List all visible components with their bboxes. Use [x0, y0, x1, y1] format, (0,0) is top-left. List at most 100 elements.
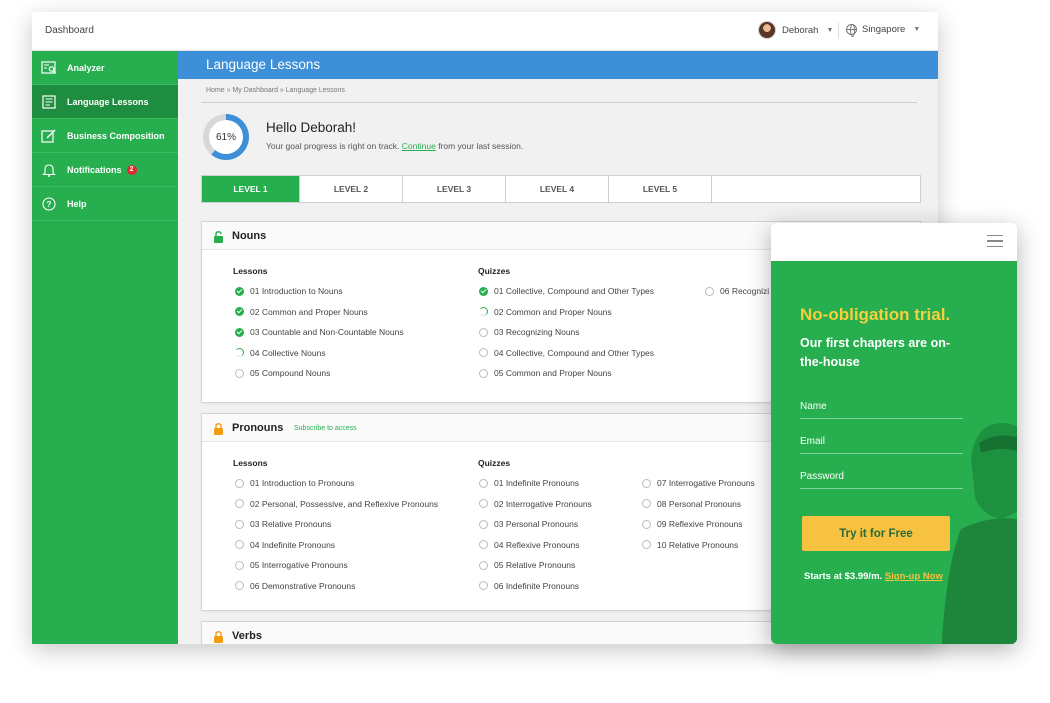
pricing-text: Starts at $3.99/m. Sign-up Now [804, 571, 943, 582]
item-label: 05 Interrogative Pronouns [250, 560, 348, 570]
item-label: 03 Relative Pronouns [250, 519, 332, 529]
sidebar-item-analyzer[interactable]: Analyzer [32, 51, 178, 85]
divider [201, 102, 917, 103]
quiz-item[interactable]: 06 Indefinite Pronouns [479, 581, 579, 591]
sidebar-item-label: Help [67, 198, 87, 209]
quiz-item[interactable]: 07 Interrogative Pronouns [642, 478, 755, 488]
quiz-item[interactable]: 05 Common and Proper Nouns [479, 368, 612, 378]
quizzes-header: Quizzes [478, 458, 511, 468]
goal-suffix: from your last session. [438, 141, 524, 151]
tab-level-1[interactable]: LEVEL 1 [202, 176, 300, 202]
quiz-item[interactable]: 03 Recognizing Nouns [479, 327, 580, 337]
subscribe-link[interactable]: Subscribe to access [294, 425, 357, 432]
circle-icon [705, 286, 714, 296]
item-label: 04 Reflexive Pronouns [494, 539, 580, 550]
email-field[interactable]: Email [800, 432, 963, 454]
breadcrumb[interactable]: Home » My Dashboard » Language Lessons [206, 87, 345, 94]
password-field[interactable]: Password [800, 467, 963, 489]
tab-level-4[interactable]: LEVEL 4 [506, 176, 609, 202]
page-title: Language Lessons [206, 57, 321, 72]
item-label: 05 Relative Pronouns [494, 560, 576, 570]
sign-up-link[interactable]: Sign-up Now [885, 571, 943, 582]
lesson-item[interactable]: 06 Demonstrative Pronouns [235, 581, 355, 591]
help-icon: ? [41, 196, 57, 211]
region-selector[interactable]: Singapore ▼ [846, 24, 920, 37]
quiz-item[interactable]: 01 Collective, Compound and Other Types [479, 286, 654, 296]
avatar[interactable] [758, 21, 776, 39]
circle-icon [642, 478, 651, 488]
circle-icon [235, 560, 244, 570]
item-label: 08 Personal Pronouns [657, 498, 742, 509]
level-tabs: LEVEL 1 LEVEL 2 LEVEL 3 LEVEL 4 LEVEL 5 [201, 175, 921, 203]
divider [838, 23, 839, 39]
quiz-item[interactable]: 08 Personal Pronouns [642, 499, 741, 509]
circle-icon [235, 581, 244, 590]
item-label: 02 Personal, Possessive, and Reflexive P… [250, 498, 439, 509]
progress-icon [235, 348, 244, 357]
book-icon [41, 94, 57, 109]
quizzes-header: Quizzes [478, 266, 511, 276]
quiz-item[interactable]: 04 Reflexive Pronouns [479, 540, 580, 550]
item-label: 09 Reflexive Pronouns [657, 519, 743, 529]
sidebar-item-language-lessons[interactable]: Language Lessons [32, 85, 178, 119]
quiz-item[interactable]: 10 Relative Pronouns [642, 540, 738, 550]
sidebar-item-label: Analyzer [67, 62, 105, 73]
tab-spacer [712, 176, 920, 202]
tab-level-2[interactable]: LEVEL 2 [300, 176, 403, 202]
quiz-item[interactable]: 03 Personal Pronouns [479, 519, 578, 529]
circle-icon [479, 560, 488, 570]
trial-signup: No-obligation trial. Our first chapters … [771, 261, 1017, 644]
progress-label: 61% [209, 120, 243, 154]
lesson-item[interactable]: 01 Introduction to Nouns [235, 286, 343, 296]
lesson-item[interactable]: 04 Collective Nouns [235, 348, 326, 358]
lesson-item[interactable]: 01 Introduction to Pronouns [235, 478, 354, 488]
mobile-trial-panel: No-obligation trial. Our first chapters … [771, 223, 1017, 644]
item-label: 02 Common and Proper Nouns [494, 306, 612, 317]
lesson-item[interactable]: 05 Interrogative Pronouns [235, 560, 348, 570]
dashboard-title[interactable]: Dashboard [45, 25, 94, 36]
greeting: Hello Deborah! [266, 120, 357, 135]
sidebar-item-business-composition[interactable]: Business Composition [32, 119, 178, 153]
sidebar-item-notifications[interactable]: Notifications 2 [32, 153, 178, 187]
sidebar-item-help[interactable]: ? Help [32, 187, 178, 221]
lessons-header: Lessons [233, 266, 268, 276]
item-label: 07 Interrogative Pronouns [657, 478, 755, 488]
quiz-item[interactable]: 05 Relative Pronouns [479, 560, 575, 570]
menu-icon[interactable] [987, 235, 1003, 247]
quiz-item[interactable]: 06 Recognizi [705, 286, 769, 296]
lesson-item[interactable]: 02 Personal, Possessive, and Reflexive P… [235, 499, 438, 509]
continue-link[interactable]: Continue [402, 141, 436, 151]
item-label: 05 Compound Nouns [250, 368, 331, 378]
tab-level-5[interactable]: LEVEL 5 [609, 176, 712, 202]
sidebar-item-label: Language Lessons [67, 96, 149, 107]
globe-icon [846, 24, 857, 37]
lesson-item[interactable]: 04 Indefinite Pronouns [235, 540, 335, 550]
lesson-item[interactable]: 03 Relative Pronouns [235, 519, 331, 529]
quiz-item[interactable]: 02 Interrogative Pronouns [479, 499, 592, 509]
section-title: Nouns [232, 230, 267, 242]
name-field[interactable]: Name [800, 397, 963, 419]
quiz-item[interactable]: 02 Common and Proper Nouns [479, 307, 612, 317]
item-label: 04 Indefinite Pronouns [250, 539, 336, 550]
circle-icon [235, 540, 244, 549]
item-label: 02 Common and Proper Nouns [250, 306, 368, 317]
quiz-item[interactable]: 04 Collective, Compound and Other Types [479, 348, 654, 358]
item-label: 04 Collective Nouns [250, 347, 326, 358]
lesson-item[interactable]: 02 Common and Proper Nouns [235, 307, 368, 317]
item-label: 01 Collective, Compound and Other Types [494, 286, 655, 296]
user-menu[interactable]: Deborah ▼ [758, 21, 833, 39]
try-free-button[interactable]: Try it for Free [802, 516, 950, 551]
item-label: 03 Personal Pronouns [494, 519, 579, 529]
circle-icon [642, 519, 651, 529]
circle-icon [235, 499, 244, 508]
tab-level-3[interactable]: LEVEL 3 [403, 176, 506, 202]
circle-icon [479, 519, 488, 529]
circle-icon [479, 478, 488, 488]
quiz-item[interactable]: 01 Indefinite Pronouns [479, 478, 579, 488]
item-label: 06 Indefinite Pronouns [494, 580, 580, 591]
lesson-item[interactable]: 05 Compound Nouns [235, 368, 330, 378]
item-label: 03 Countable and Non-Countable Nouns [250, 327, 404, 337]
lesson-item[interactable]: 03 Countable and Non-Countable Nouns [235, 327, 404, 337]
quiz-item[interactable]: 09 Reflexive Pronouns [642, 519, 743, 529]
circle-icon [479, 581, 488, 590]
